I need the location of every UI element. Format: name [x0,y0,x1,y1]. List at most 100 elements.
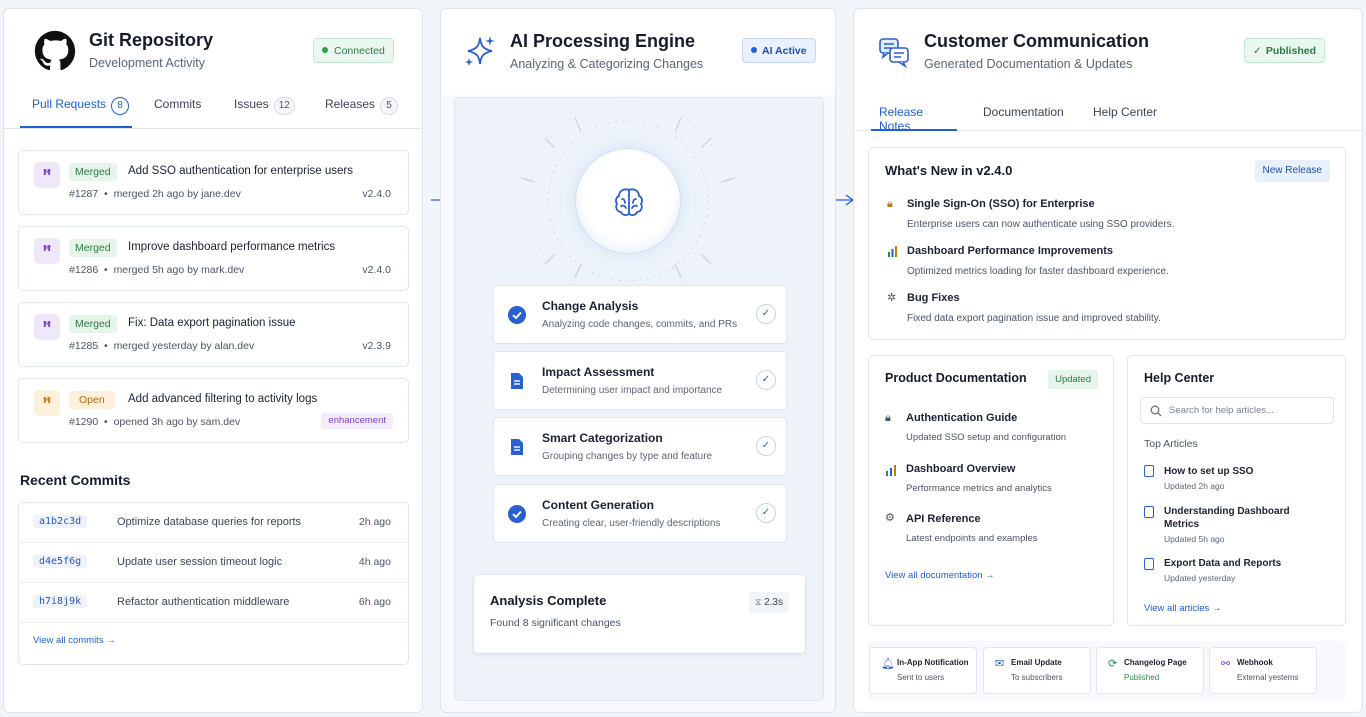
channel-webhook[interactable]: ⚯ Webhook External yestems [1209,647,1317,694]
webhook-icon: ⚯ [1221,657,1231,670]
commit-message: Update user session timeout logic [117,556,283,568]
article-title[interactable]: Export Data and Reports [1164,557,1304,570]
pr-title: Fix: Data export pagination issue [128,317,296,329]
pr-meta: #1287 • merged 2h ago by jane.dev [69,188,241,200]
merge-icon: ꟸ [34,314,60,340]
pull-request-open-icon: ꟸ [34,390,60,416]
step-description: Analyzing code changes, commits, and PRs [542,319,738,330]
open-badge: Open [69,391,115,409]
commit-time: 6h ago [358,596,391,608]
updated-badge: Updated [1048,370,1098,389]
doc-desc: Performance metrics and analytics [906,483,1052,494]
channel-in-app[interactable]: 🔔︎ In-App Notification Sent to users [869,647,977,694]
commit-row[interactable]: h7i8j9k Refactor authentication middlewa… [19,583,408,623]
feature-desc: Optimized metrics loading for faster das… [907,266,1169,277]
channel-email[interactable]: ✉ Email Update To subscribers [983,647,1091,694]
analysis-complete-card: Analysis Complete Found 8 significant ch… [473,574,806,654]
step-description: Creating clear, user-friendly descriptio… [542,518,721,529]
commit-sha[interactable]: h7i8j9k [33,595,88,608]
customer-communication-panel: Customer Communication Generated Documen… [853,8,1363,713]
channel-changelog[interactable]: ⟳ Changelog Page Published [1096,647,1204,694]
view-all-articles-link[interactable]: View all articles → [1144,603,1221,614]
status-dot-icon [751,47,757,53]
connected-status-badge: Connected [313,38,394,63]
pull-request-card[interactable]: ꟸ Merged Add SSO authentication for ente… [18,150,409,215]
status-dot-icon [322,47,328,53]
lock-icon: 🔒︎ [887,197,893,210]
bell-icon: 🔔︎ [881,657,895,670]
commit-message: Optimize database queries for reports [117,516,302,528]
check-circle-icon [508,306,526,324]
bug-icon: ✲ [887,291,897,304]
pr-version: v2.3.9 [362,340,391,352]
step-impact-assessment: Impact Assessment Determining user impac… [493,351,787,410]
pull-request-card[interactable]: ꟸ Merged Fix: Data export pagination iss… [18,302,409,367]
doc-title[interactable]: Dashboard Overview [906,463,1015,475]
communication-tabs: Release Notes Documentation Help Center [854,97,1362,133]
article-title[interactable]: Understanding Dashboard Metrics [1164,505,1304,531]
gear-icon: ⚙ [885,511,895,524]
panel-title: Customer Communication [924,31,1150,51]
article-icon [1144,558,1154,570]
step-done-check-icon: ✓ [756,436,776,456]
tab-issues[interactable]: Issues 12 [234,97,295,128]
tab-pull-requests[interactable]: Pull Requests 8 [20,97,132,128]
published-status-badge: ✓ Published [1244,38,1325,63]
channel-title: In-App Notification [897,658,969,667]
merge-icon: ꟸ [34,238,60,264]
new-release-button[interactable]: New Release [1254,160,1330,182]
view-all-documentation-link[interactable]: View all documentation → [885,570,995,581]
bar-chart-icon [888,246,897,257]
panel-title: Git Repository [89,30,214,50]
step-description: Grouping changes by type and feature [542,451,713,462]
changelog-icon: ⟳ [1108,657,1118,670]
article-meta: Updated 2h ago [1164,481,1225,491]
duration-badge: ⧖ 2.3s [748,592,789,613]
commit-row[interactable]: a1b2c3d Optimize database queries for re… [19,503,408,543]
article-meta: Updated yesterday [1164,573,1236,583]
channel-desc: To subscribers [1011,673,1063,682]
article-title[interactable]: How to set up SSO [1164,465,1304,478]
merge-icon: ꟸ [34,162,60,188]
tab-releases[interactable]: Releases 5 [325,97,399,128]
tab-commits[interactable]: Commits [154,97,201,128]
git-repository-panel: Git Repository Development Activity Conn… [3,8,423,713]
commit-row[interactable]: d4e5f6g Update user session timeout logi… [19,543,408,583]
commit-sha[interactable]: d4e5f6g [33,555,88,568]
mail-icon: ✉ [995,657,1005,670]
commit-sha[interactable]: a1b2c3d [33,515,88,528]
analysis-complete-desc: Found 8 significant changes [490,617,621,629]
pr-title: Improve dashboard performance metrics [128,241,336,253]
step-smart-categorization: Smart Categorization Grouping changes by… [493,417,787,476]
help-center-title: Help Center [1144,371,1215,385]
timer-icon: ⧖ [754,598,762,608]
step-done-check-icon: ✓ [756,370,776,390]
help-search-input[interactable]: Search for help articles... [1140,397,1334,424]
channel-desc: Sent to users [897,673,945,682]
pull-request-card[interactable]: ꟸ Merged Improve dashboard performance m… [18,226,409,291]
pr-meta: #1286 • merged 5h ago by mark.dev [69,264,245,276]
channel-title: Changelog Page [1124,658,1187,667]
github-icon [34,30,76,71]
tab-release-notes[interactable]: Release Notes [871,105,957,133]
doc-title[interactable]: Authentication Guide [906,412,1017,424]
brain-icon [615,188,643,216]
check-circle-icon [508,505,526,523]
tab-help-center[interactable]: Help Center [1093,105,1157,138]
feature-title: Bug Fixes [907,292,960,304]
doc-title[interactable]: API Reference [906,513,981,525]
feature-title: Single Sign-On (SSO) for Enterprise [907,198,1095,210]
pull-request-card[interactable]: ꟸ Open Add advanced filtering to activit… [18,378,409,443]
recent-commits-list: a1b2c3d Optimize database queries for re… [18,502,409,665]
tab-documentation[interactable]: Documentation [983,105,1064,138]
panel-title: AI Processing Engine [510,31,696,51]
ai-core-node [575,148,681,254]
view-all-commits-link[interactable]: View all commits → [33,635,116,646]
document-icon [511,373,523,389]
ai-processing-panel: AI Processing Engine Analyzing & Categor… [440,8,836,713]
pr-title: Add advanced filtering to activity logs [128,393,318,405]
top-articles-label: Top Articles [1144,438,1198,450]
panel-subtitle: Generated Documentation & Updates [924,57,1133,71]
step-change-analysis: Change Analysis Analyzing code changes, … [493,285,787,344]
article-meta: Updated 5h ago [1164,534,1225,544]
